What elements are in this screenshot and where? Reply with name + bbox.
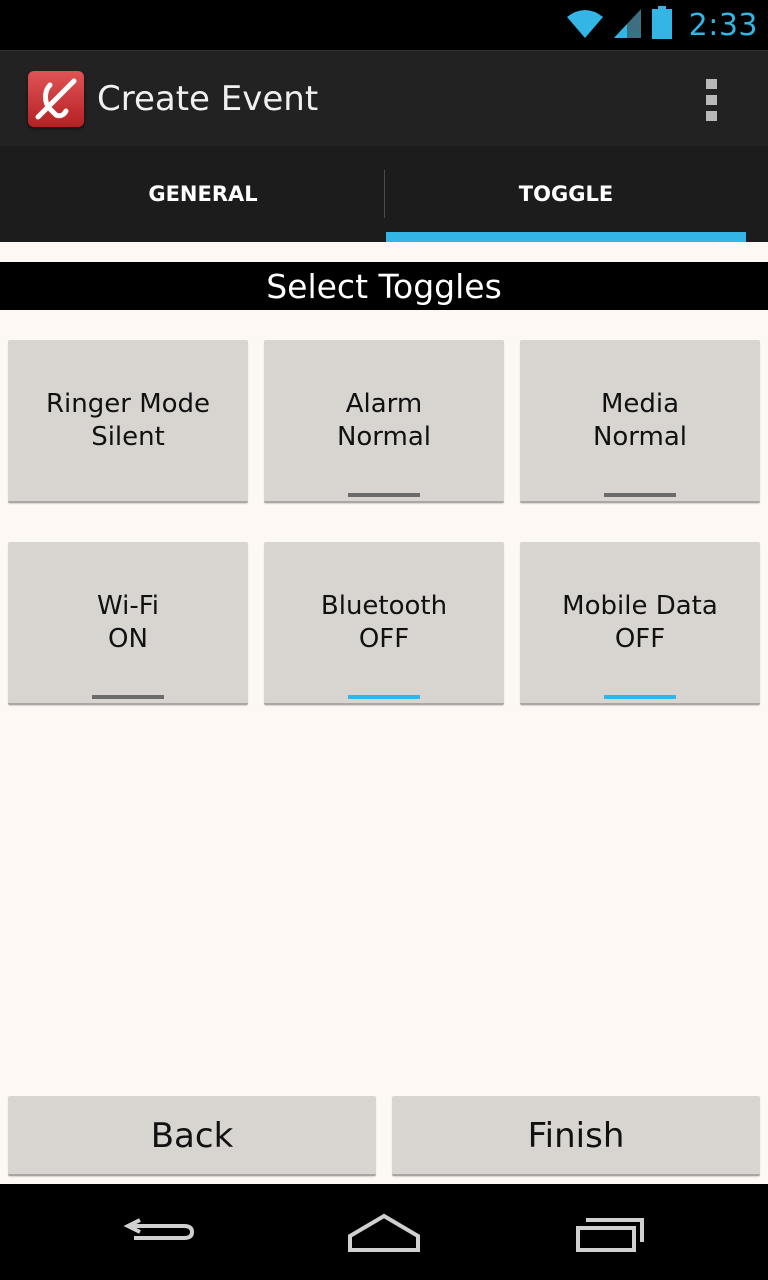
battery-icon xyxy=(651,6,673,44)
overflow-menu-icon[interactable] xyxy=(696,75,728,123)
toggle-ringer-mode-button[interactable]: Ringer Mode Silent xyxy=(8,340,248,503)
toggle-indicator xyxy=(92,695,164,699)
toggle-media-button[interactable]: Media Normal xyxy=(520,340,760,503)
tab-toggle[interactable]: TOGGLE xyxy=(386,146,746,242)
toggle-name: Alarm xyxy=(345,389,423,419)
toggle-text: Bluetooth OFF xyxy=(264,590,504,656)
wifi-icon xyxy=(565,7,605,43)
tab-selected-indicator xyxy=(386,232,746,242)
toggle-text: Mobile Data OFF xyxy=(520,590,760,656)
toggle-state: Normal xyxy=(336,422,432,452)
toggle-state: OFF xyxy=(358,624,410,654)
toggle-wifi-button[interactable]: Wi-Fi ON xyxy=(8,542,248,705)
toggle-bluetooth-button[interactable]: Bluetooth OFF xyxy=(264,542,504,705)
toggle-name: Ringer Mode xyxy=(45,389,211,419)
toggle-mobile-data-button[interactable]: Mobile Data OFF xyxy=(520,542,760,705)
toggle-indicator xyxy=(604,493,676,497)
menu-dot xyxy=(706,95,717,105)
toggle-name: Wi-Fi xyxy=(96,591,160,621)
toggle-text: Ringer Mode Silent xyxy=(8,388,248,454)
section-title: Select Toggles xyxy=(0,262,768,310)
toggle-indicator xyxy=(604,695,676,699)
app-logo-icon[interactable] xyxy=(28,71,84,127)
toggle-alarm-button[interactable]: Alarm Normal xyxy=(264,340,504,503)
toggle-text: Media Normal xyxy=(520,388,760,454)
nav-back-icon[interactable] xyxy=(100,1184,220,1280)
toggle-state: OFF xyxy=(614,624,666,654)
back-button[interactable]: Back xyxy=(8,1096,376,1176)
tab-divider xyxy=(384,170,385,218)
navigation-bar xyxy=(0,1184,768,1280)
toggle-text: Alarm Normal xyxy=(264,388,504,454)
toggle-name: Media xyxy=(600,389,680,419)
toggle-name: Bluetooth xyxy=(320,591,448,621)
toggle-text: Wi-Fi ON xyxy=(8,590,248,656)
tab-bar: GENERAL TOGGLE xyxy=(0,146,768,242)
toggle-indicator xyxy=(348,695,420,699)
action-bar: Create Event xyxy=(0,50,768,146)
page-title: Create Event xyxy=(97,79,319,119)
status-icons: 2:33 xyxy=(565,0,758,50)
toggle-state: ON xyxy=(108,624,148,654)
signal-icon xyxy=(613,7,643,43)
menu-dot xyxy=(706,79,717,89)
status-bar: 2:33 xyxy=(0,0,768,50)
finish-button[interactable]: Finish xyxy=(392,1096,760,1176)
toggle-name: Mobile Data xyxy=(562,591,718,621)
toggle-state: Normal xyxy=(592,422,688,452)
status-time: 2:33 xyxy=(688,7,758,43)
nav-home-icon[interactable] xyxy=(324,1184,444,1280)
toggle-state: Silent xyxy=(91,422,165,452)
toggle-indicator xyxy=(348,493,420,497)
menu-dot xyxy=(706,111,717,121)
nav-recent-apps-icon[interactable] xyxy=(550,1184,670,1280)
tab-general[interactable]: GENERAL xyxy=(22,146,384,242)
